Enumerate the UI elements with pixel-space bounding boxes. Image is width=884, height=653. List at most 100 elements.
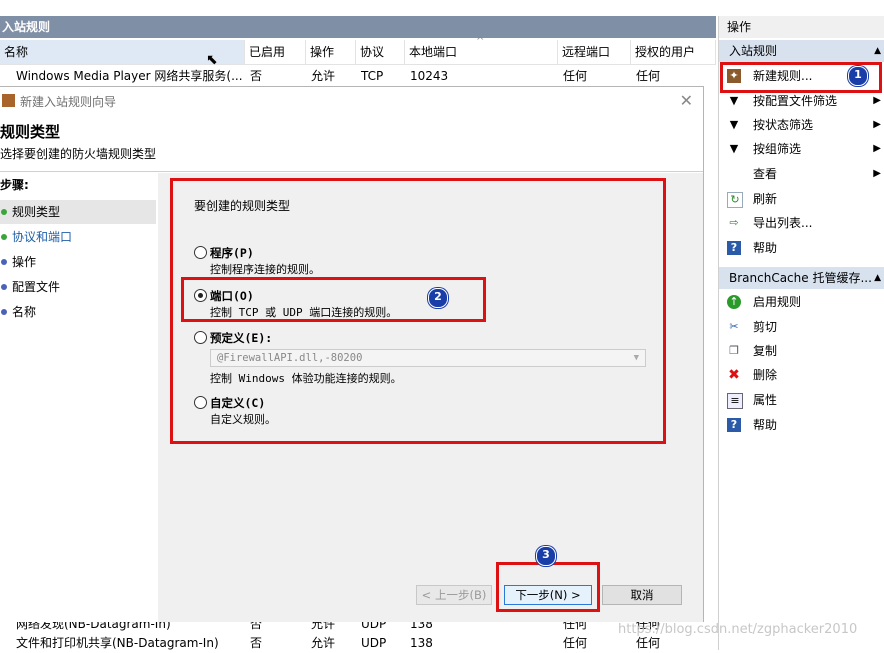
predefined-desc: 控制 Windows 体验功能连接的规则。	[210, 372, 402, 385]
section-branchcache[interactable]: BranchCache 托管缓存... ▲	[719, 267, 884, 289]
step-dot-icon	[1, 284, 7, 290]
step-rule-type[interactable]: 规则类型	[0, 200, 156, 224]
actions-pane: 操作 入站规则 ▲ ✦ 新建规则... ▼ 按配置文件筛选 ▶ ▼ 按状态筛选 …	[718, 16, 884, 650]
table-row[interactable]: 文件和打印机共享(NB-Datagram-In) 否 允许 UDP 138 任何…	[0, 633, 716, 653]
step-profile: 配置文件	[0, 275, 156, 299]
step-label: 规则类型	[12, 205, 61, 219]
step-dot-icon	[1, 234, 7, 240]
predefined-value: @FirewallAPI.dll,-80200	[217, 352, 363, 364]
radio-program[interactable]	[194, 246, 207, 259]
copy-action[interactable]: ❐ 复制	[719, 339, 884, 363]
option-title: 程序(P)	[210, 246, 254, 260]
column-authorized-users[interactable]: 授权的用户	[631, 40, 716, 64]
action-label: 按配置文件筛选	[753, 94, 838, 108]
refresh-action[interactable]: ↻ 刷新	[719, 187, 884, 211]
option-program[interactable]: 程序(P) 控制程序连接的规则。	[194, 245, 654, 281]
column-action[interactable]: 操作	[306, 40, 356, 64]
option-desc: 自定义规则。	[210, 413, 276, 426]
dialog-titlebar[interactable]: 新建入站规则向导 ✕	[0, 87, 703, 115]
delete-action[interactable]: ✖ 删除	[719, 363, 884, 387]
filter-by-group-action[interactable]: ▼ 按组筛选 ▶	[719, 137, 884, 161]
action-label: 查看	[753, 167, 778, 181]
radio-predefined[interactable]	[194, 331, 207, 344]
page-subtitle: 选择要创建的防火墙规则类型	[0, 147, 157, 161]
submenu-arrow-icon: ▶	[873, 119, 881, 130]
divider	[0, 171, 703, 172]
mouse-cursor-icon: ⬉	[206, 52, 218, 68]
action-label: 启用规则	[753, 295, 802, 309]
help-action[interactable]: ? 帮助	[719, 236, 884, 260]
option-desc: 控制 TCP 或 UDP 端口连接的规则。	[210, 306, 398, 319]
close-icon[interactable]: ✕	[680, 91, 693, 110]
rule-local-port: 10243	[410, 69, 449, 83]
properties-action[interactable]: ≡ 属性	[719, 388, 884, 412]
step-label: 协议和端口	[12, 230, 73, 244]
submenu-arrow-icon: ▶	[873, 95, 881, 106]
wizard-app-icon	[2, 94, 15, 107]
submenu-arrow-icon: ▶	[873, 143, 881, 154]
predefined-dropdown: @FirewallAPI.dll,-80200 ▼	[210, 349, 646, 367]
rule-remote-port: 任何	[563, 636, 588, 650]
step-label: 名称	[12, 305, 37, 319]
option-port[interactable]: 端口(O) 控制 TCP 或 UDP 端口连接的规则。	[194, 288, 654, 324]
radio-custom[interactable]	[194, 396, 207, 409]
step-protocol-ports[interactable]: 协议和端口	[0, 225, 156, 249]
steps-panel: 步骤: 规则类型 协议和端口 操作 配置文件 名称	[0, 173, 158, 622]
page-title: 规则类型	[0, 123, 61, 141]
next-button[interactable]: 下一步(N) >	[504, 585, 592, 605]
step-badge-2: 2	[428, 288, 448, 308]
rule-action: 允许	[311, 69, 336, 83]
action-label: 帮助	[753, 241, 778, 255]
section-label: 入站规则	[729, 44, 778, 58]
column-protocol[interactable]: 协议	[356, 40, 405, 64]
filter-icon: ▼	[729, 94, 739, 107]
column-enabled[interactable]: 已启用	[245, 40, 306, 64]
rule-enabled: 否	[250, 69, 263, 83]
action-label: 属性	[753, 393, 778, 407]
section-inbound-rules[interactable]: 入站规则 ▲	[719, 40, 884, 62]
cut-icon: ✂	[729, 320, 739, 333]
delete-icon: ✖	[728, 367, 740, 383]
export-icon: ⇨	[729, 216, 739, 229]
rule-enabled: 否	[250, 636, 263, 650]
action-label: 帮助	[753, 418, 778, 432]
step-dot-icon	[1, 259, 7, 265]
help-action[interactable]: ? 帮助	[719, 413, 884, 437]
radio-port[interactable]	[194, 289, 207, 302]
steps-label: 步骤:	[0, 178, 29, 192]
cancel-button[interactable]: 取消	[602, 585, 682, 605]
export-list-action[interactable]: ⇨ 导出列表...	[719, 211, 884, 235]
rule-auth: 任何	[636, 69, 661, 83]
filter-by-state-action[interactable]: ▼ 按状态筛选 ▶	[719, 113, 884, 137]
rule-protocol: UDP	[361, 636, 387, 650]
filter-icon: ▼	[729, 142, 739, 155]
step-name: 名称	[0, 300, 156, 324]
option-title: 端口(O)	[210, 289, 254, 303]
help-icon: ?	[727, 418, 741, 432]
rule-action: 允许	[311, 636, 336, 650]
enable-rule-action[interactable]: ↑ 启用规则	[719, 290, 884, 314]
column-headers: 名称 已启用 操作 协议 本地端口 远程端口 授权的用户 ^	[0, 36, 716, 65]
option-custom[interactable]: 自定义(C) 自定义规则。	[194, 395, 654, 431]
actions-title: 操作	[719, 16, 884, 38]
column-remote-port[interactable]: 远程端口	[558, 40, 631, 64]
dialog-title: 新建入站规则向导	[20, 95, 117, 109]
collapse-icon[interactable]: ▲	[874, 267, 881, 289]
action-label: 按状态筛选	[753, 118, 814, 132]
cut-action[interactable]: ✂ 剪切	[719, 315, 884, 339]
rule-name: Windows Media Player 网络共享服务(...	[16, 69, 243, 83]
back-button[interactable]: < 上一步(B)	[416, 585, 492, 605]
action-label: 新建规则...	[753, 69, 813, 83]
option-title: 自定义(C)	[210, 396, 266, 410]
filter-by-profile-action[interactable]: ▼ 按配置文件筛选 ▶	[719, 89, 884, 113]
step-label: 操作	[12, 255, 37, 269]
new-inbound-rule-wizard: 新建入站规则向导 ✕ 规则类型 选择要创建的防火墙规则类型 步骤: 规则类型 协…	[0, 86, 704, 622]
table-row[interactable]: Windows Media Player 网络共享服务(... 否 允许 TCP…	[0, 66, 716, 86]
refresh-icon: ↻	[727, 192, 743, 208]
step-label: 配置文件	[12, 280, 61, 294]
view-action[interactable]: 查看 ▶	[719, 162, 884, 186]
chevron-down-icon: ▼	[633, 353, 639, 363]
collapse-icon[interactable]: ▲	[874, 40, 881, 62]
step-dot-icon	[1, 309, 7, 315]
option-predefined[interactable]: 预定义(E):	[194, 330, 654, 350]
